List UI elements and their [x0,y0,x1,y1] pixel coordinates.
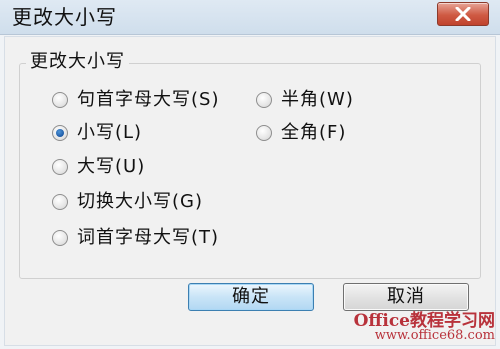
radio-uppercase[interactable]: 大写(U) [52,155,145,179]
group-legend: 更改大小写 [26,50,129,74]
radio-label: 词首字母大写(T) [77,227,220,248]
cancel-button[interactable]: 取消 [343,283,469,311]
radio-button[interactable] [52,194,68,210]
radio-button[interactable] [52,92,68,108]
radio-label: 全角(F) [281,122,347,143]
case-options-group: 更改大小写 句首字母大写(S) 小写(L) 大写(U) 切换大小写(G) 词首字… [19,50,481,279]
radio-title-case[interactable]: 词首字母大写(T) [52,226,219,250]
title-bar[interactable]: 更改大小写 [0,0,500,35]
close-icon [455,7,471,21]
radio-lowercase[interactable]: 小写(L) [52,121,142,145]
radio-label: 切换大小写(G) [77,191,203,212]
radio-label: 半角(W) [281,89,354,110]
radio-label: 大写(U) [77,156,146,177]
ok-button[interactable]: 确定 [188,283,314,311]
radio-label: 小写(L) [77,122,143,143]
radio-button[interactable] [52,125,68,141]
radio-button[interactable] [256,92,272,108]
radio-half-width[interactable]: 半角(W) [256,88,354,112]
radio-button[interactable] [52,230,68,246]
radio-toggle-case[interactable]: 切换大小写(G) [52,190,203,214]
dialog-body: 更改大小写 句首字母大写(S) 小写(L) 大写(U) 切换大小写(G) 词首字… [4,36,496,346]
radio-sentence-case[interactable]: 句首字母大写(S) [52,88,219,112]
radio-label: 句首字母大写(S) [77,89,220,110]
radio-button[interactable] [256,125,272,141]
window-title: 更改大小写 [12,5,117,29]
close-button[interactable] [437,2,489,26]
radio-button[interactable] [52,159,68,175]
radio-full-width[interactable]: 全角(F) [256,121,346,145]
